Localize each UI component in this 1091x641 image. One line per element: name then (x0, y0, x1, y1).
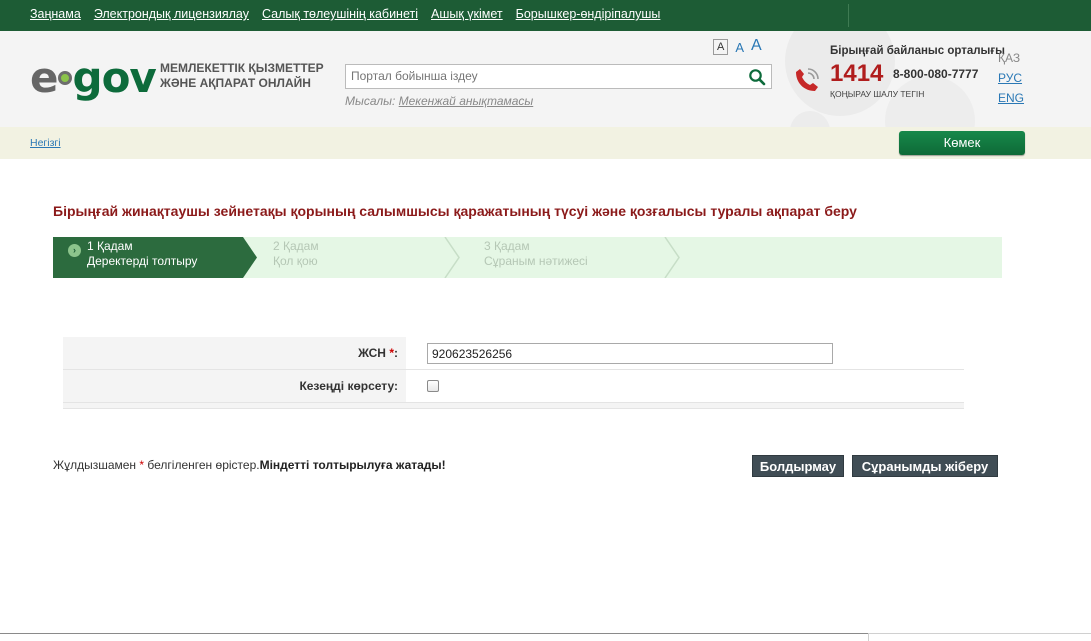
required-fields-note: Жұлдызшамен * белгіленген өрістер.Міндет… (53, 458, 446, 472)
call-free-note: ҚОҢЫРАУ ШАЛУ ТЕГІН (830, 89, 925, 99)
logo-gov: gov (72, 53, 157, 102)
iin-label: ЖСН *: (63, 337, 406, 369)
step-1: › 1 Қадам Деректерді толтыру (53, 237, 253, 278)
lang-rus-link[interactable]: РУС (998, 71, 1024, 85)
request-form: ЖСН *: Кезеңді көрсету: (63, 337, 964, 409)
lang-kaz: ҚАЗ (998, 51, 1021, 65)
step-2-label: Қол қою (273, 254, 318, 268)
language-switcher: ҚАЗ РУС ENG (998, 51, 1024, 105)
nav-link-taxpayer-cabinet[interactable]: Салық төлеушінің кабинеті (262, 7, 418, 21)
iin-input[interactable] (427, 343, 833, 364)
nav-link-open-government[interactable]: Ашық үкімет (431, 7, 503, 21)
breadcrumb-bar: Негізгі Көмек (0, 127, 1091, 159)
phone-icon (796, 68, 819, 91)
iin-value-cell (406, 337, 964, 369)
nav-divider (848, 4, 849, 27)
step-2-number: 2 Қадам (273, 239, 319, 253)
cancel-button[interactable]: Болдырмау (752, 455, 844, 477)
step-3-number: 3 Қадам (484, 239, 530, 253)
search-example: Мысалы: Мекенжай анықтамасы (345, 94, 533, 108)
site-header: e gov МЕМЛЕКЕТТІК ҚЫЗМЕТТЕР ЖӘНЕ АҚПАРАТ … (0, 31, 1091, 127)
contact-center-title: Бірыңғай байланыс орталығы (830, 45, 1005, 57)
period-value-cell (406, 370, 964, 402)
font-size-large-button[interactable]: A (751, 37, 762, 55)
nav-link-e-licensing[interactable]: Электрондық лицензиялау (94, 7, 249, 21)
step-3-label: Сұраным нәтижесі (484, 254, 588, 268)
step-2: 2 Қадам Қол қою (273, 237, 453, 278)
tagline-line-1: МЕМЛЕКЕТТІК ҚЫЗМЕТТЕР (160, 61, 324, 75)
search-icon[interactable] (748, 68, 766, 86)
step-arrow-icon: › (68, 244, 81, 257)
nav-link-legislation[interactable]: Заңнама (30, 7, 81, 21)
required-note-bold: Міндетті толтырылуға жатады! (259, 458, 446, 472)
logo-dot-icon (57, 70, 72, 85)
submit-request-button[interactable]: Сұранымды жіберу (852, 455, 998, 477)
form-row-iin: ЖСН *: (63, 337, 964, 370)
example-prefix: Мысалы: (345, 94, 396, 108)
form-row-period: Кезеңді көрсету: (63, 370, 964, 403)
period-checkbox[interactable] (427, 380, 439, 392)
nav-link-debtor[interactable]: Борышкер-өндіріпалушы (516, 7, 661, 21)
example-link[interactable]: Мекенжай анықтамасы (399, 94, 534, 108)
logo-e: e (30, 53, 58, 102)
font-size-small-button[interactable]: A (713, 39, 729, 55)
tagline-line-2: ЖӘНЕ АҚПАРАТ ОНЛАЙН (160, 76, 311, 90)
step-3: 3 Қадам Сұраным нәтижесі (484, 237, 664, 278)
bottom-corner-box (868, 633, 1091, 641)
lang-eng-link[interactable]: ENG (998, 91, 1024, 105)
period-label: Кезеңді көрсету: (63, 370, 406, 402)
hotline-number: 1414 (830, 60, 884, 87)
form-footer-row (63, 403, 964, 409)
bottom-divider (0, 633, 868, 634)
step-1-label: Деректерді толтыру (87, 254, 198, 268)
step-1-number: 1 Қадам (87, 239, 133, 253)
font-size-medium-button[interactable]: A (735, 40, 744, 55)
site-tagline: МЕМЛЕКЕТТІК ҚЫЗМЕТТЕР ЖӘНЕ АҚПАРАТ ОНЛАЙ… (160, 61, 324, 91)
wizard-steps: › 1 Қадам Деректерді толтыру 2 Қадам Қол… (53, 237, 1002, 278)
search-input[interactable] (346, 65, 736, 87)
step-separator-icon (664, 237, 680, 278)
top-navigation: Заңнама Электрондық лицензиялау Салық тө… (0, 0, 1091, 31)
help-button[interactable]: Көмек (899, 131, 1025, 155)
page-title: Бірыңғай жинақтаушы зейнетақы қорының са… (53, 203, 857, 219)
breadcrumb-home-link[interactable]: Негізгі (30, 137, 61, 149)
font-size-switcher: A A A (713, 37, 762, 55)
egov-logo[interactable]: e gov (30, 53, 157, 102)
search-box (345, 64, 772, 89)
toll-free-number: 8-800-080-7777 (893, 67, 979, 81)
